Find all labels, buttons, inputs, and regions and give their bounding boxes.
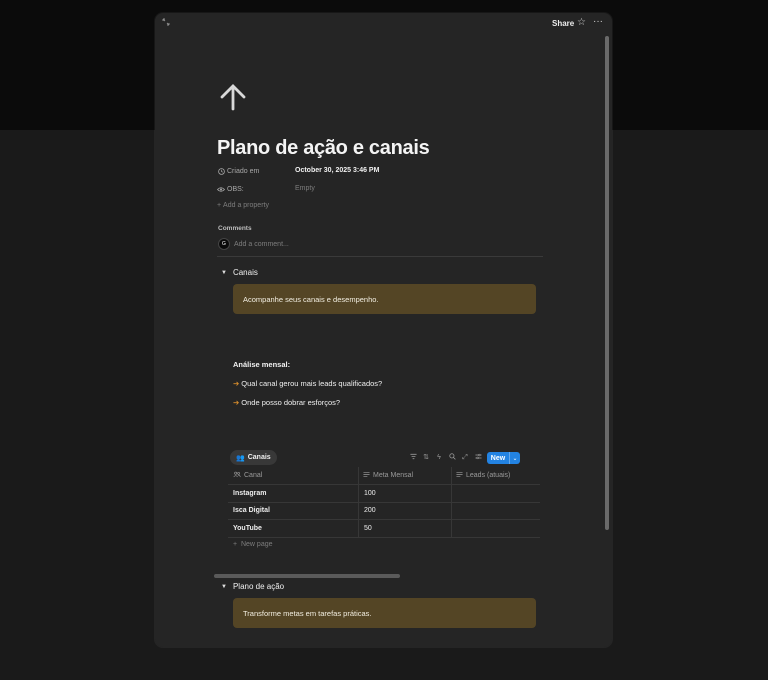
cell-canal[interactable]: Instagram [233,490,266,497]
add-property-label: Add a property [223,202,269,209]
topbar: Share ☆ ··· [155,13,612,35]
new-page-label: New page [240,541,273,548]
toggle-label: Plano de ação [232,582,285,591]
filter-icon[interactable] [409,453,417,462]
plus-icon: + [233,541,241,548]
property-name: OBS: [227,185,244,193]
add-property-button[interactable]: + Add a property [217,202,269,209]
page-modal: Share ☆ ··· Plano de ação e canais Criad… [155,13,612,647]
triangle-down-icon: ▼ [221,583,227,590]
share-button[interactable]: Share [552,19,574,28]
property-name: Criado em [227,167,260,175]
question-item[interactable]: ➔ Qual canal gerou mais leads qualificado… [233,379,382,388]
cell-canal[interactable]: YouTube [233,525,262,532]
column-header-canal[interactable]: Canal [233,471,262,480]
toggle-label: Canais [232,268,258,277]
analysis-heading[interactable]: Análise mensal: [233,360,290,369]
text-lines-icon [363,471,370,480]
new-page-button[interactable]: + New page [233,541,273,548]
property-criado-em[interactable]: Criado em [217,165,259,177]
table-divider [228,484,540,485]
table-divider [228,519,540,520]
property-value[interactable]: October 30, 2025 3:46 PM [295,167,379,174]
property-obs[interactable]: OBS: [217,183,244,195]
people-icon: 👥 [236,454,245,462]
table-divider [228,537,540,538]
arrow-up-icon[interactable] [217,81,249,113]
vertical-scrollbar[interactable] [605,36,609,530]
column-label: Canal [244,472,263,479]
clock-icon [217,167,225,175]
callout-plano[interactable]: Transforme metas em tarefas práticas. [233,598,536,628]
horizontal-scrollbar[interactable] [214,574,400,578]
people-icon [233,471,241,480]
callout-text: Acompanhe seus canais e desempenho. [243,294,379,304]
property-value[interactable]: Empty [295,185,315,192]
expand-icon[interactable] [162,18,172,28]
toggle-plano-de-acao[interactable]: ▼ Plano de ação [221,582,284,591]
text-lines-icon [456,471,463,480]
toggle-canais[interactable]: ▼ Canais [221,268,258,277]
sort-icon[interactable]: ⇅ [422,453,430,462]
new-button[interactable]: New ⌄ [487,452,520,464]
lightning-icon[interactable]: ϟ [435,453,443,462]
arrow-right-icon: ➔ [233,379,240,388]
chevron-down-icon[interactable]: ⌄ [510,452,520,464]
search-icon[interactable] [448,453,456,462]
cell-meta[interactable]: 50 [364,525,372,532]
cell-meta[interactable]: 100 [364,490,376,497]
column-header-leads[interactable]: Leads (atuais) [456,471,510,480]
avatar: G [218,238,230,250]
comment-input[interactable]: G Add a comment... [218,238,289,250]
question-text: Onde posso dobrar esforços? [241,398,341,407]
cell-meta[interactable]: 200 [364,507,376,514]
expand-view-icon[interactable]: ⤢ [461,453,469,462]
column-divider [451,467,452,537]
table-divider [228,502,540,503]
column-label: Meta Mensal [373,472,414,479]
more-icon[interactable]: ··· [593,16,603,27]
settings-sliders-icon[interactable] [474,453,482,462]
new-button-label: New [487,452,510,464]
column-divider [358,467,359,537]
comment-placeholder: Add a comment... [234,240,289,248]
callout-canais[interactable]: Acompanhe seus canais e desempenho. [233,284,536,314]
arrow-right-icon: ➔ [233,398,240,407]
eye-icon [217,185,225,193]
question-text: Qual canal gerou mais leads qualificados… [241,379,383,388]
comments-label: Comments [218,225,252,232]
column-label: Leads (atuais) [466,472,511,479]
divider [217,256,543,257]
triangle-down-icon: ▼ [221,269,227,276]
cell-canal[interactable]: Isca Digital [233,507,270,514]
page-title[interactable]: Plano de ação e canais [217,137,430,160]
column-header-meta-mensal[interactable]: Meta Mensal [363,471,413,480]
callout-text: Transforme metas em tarefas práticas. [243,608,372,618]
star-icon[interactable]: ☆ [577,17,586,28]
database-view-tab[interactable]: 👥 Canais [230,450,277,465]
question-item[interactable]: ➔ Onde posso dobrar esforços? [233,398,340,407]
tab-label: Canais [247,454,271,461]
